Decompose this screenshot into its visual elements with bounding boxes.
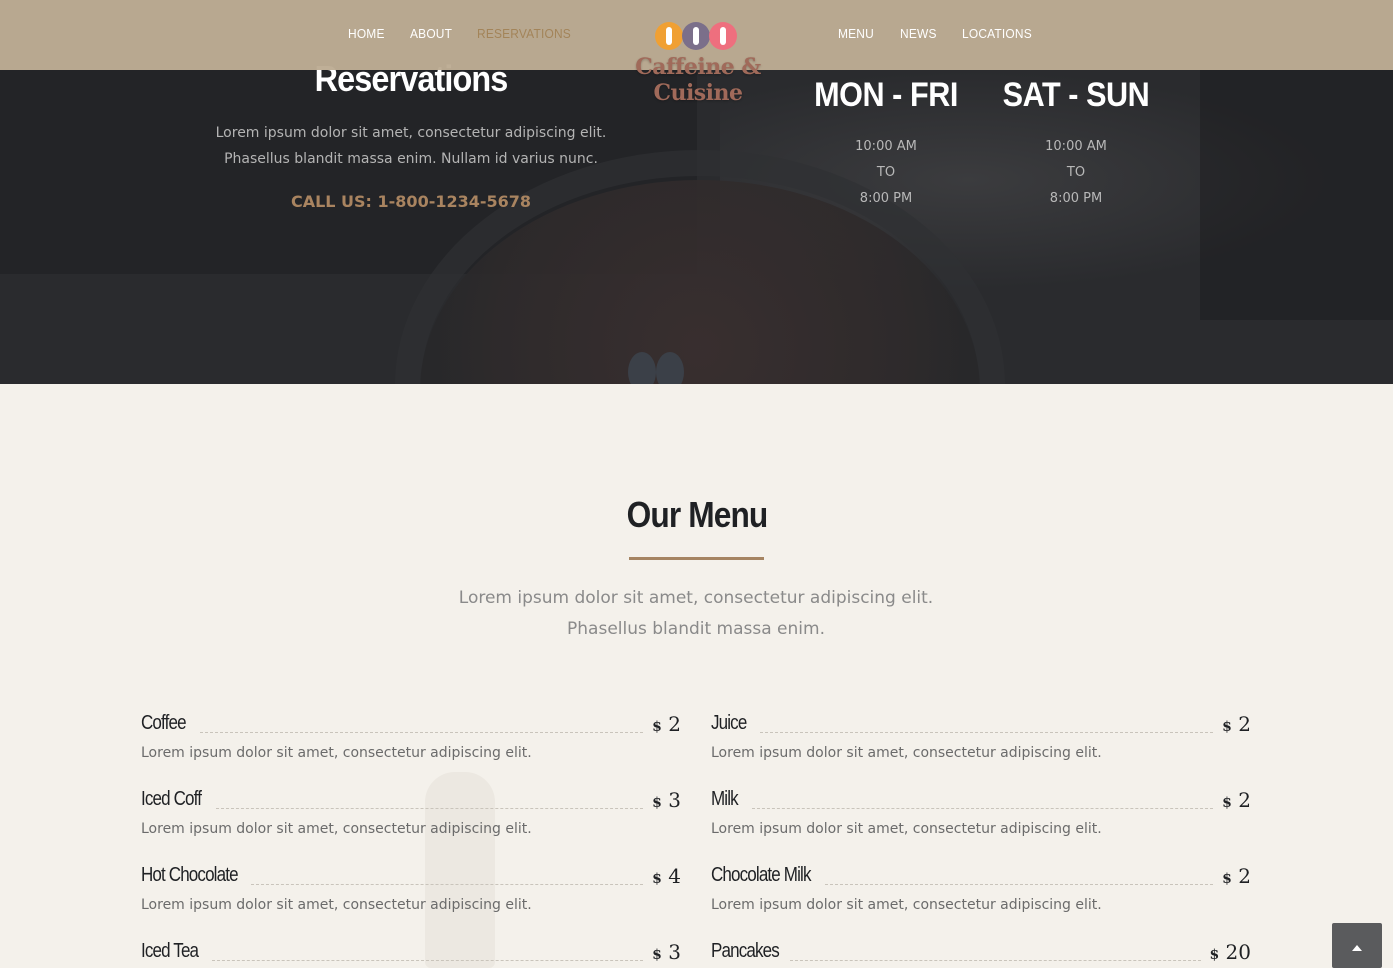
menu-subtitle-line: Phasellus blandit massa enim. — [567, 619, 825, 639]
hours-days-label: SAT - SUN — [1002, 76, 1150, 114]
nav-link-news[interactable]: NEWS — [900, 26, 937, 41]
menu-item-description: Lorem ipsum dolor sit amet, consectetur … — [141, 897, 532, 913]
coffee-bean-icon — [682, 22, 710, 50]
nav-link-home[interactable]: HOME — [348, 26, 385, 41]
menu-item-name: Pancakes — [711, 940, 780, 962]
nav-link-reservations[interactable]: RESERVATIONS — [477, 26, 571, 41]
menu-item-name: Chocolate Milk — [711, 864, 811, 886]
hero-background-shadow — [1200, 60, 1393, 320]
menu-item-price: $ 2 — [1222, 712, 1251, 736]
menu-item: Iced Tea $ 3 — [141, 940, 681, 968]
menu-item-price: $ 2 — [1222, 864, 1251, 888]
leader-dots — [216, 808, 643, 809]
hours-open: 10:00 AM — [855, 139, 917, 154]
title-divider — [629, 557, 764, 560]
leader-dots — [212, 960, 643, 961]
hero-background-spot — [656, 352, 684, 384]
menu-item-name: Coffee — [141, 712, 187, 734]
brand-name: Caffeine & Cuisine — [635, 54, 761, 106]
hours-weekend: SAT - SUN 10:00 AM TO 8:00 PM — [981, 76, 1171, 212]
hours-to: TO — [1066, 165, 1086, 180]
hours-to: TO — [876, 165, 896, 180]
menu-item: Pancakes $ 20 — [711, 940, 1251, 968]
menu-item: Milk $ 2 Lorem ipsum dolor sit amet, con… — [711, 788, 1251, 848]
scroll-to-top-button[interactable] — [1332, 923, 1382, 968]
menu-item-price: $ 2 — [1222, 788, 1251, 812]
hero-background-spot — [628, 352, 656, 384]
menu-item-price: $ 20 — [1209, 940, 1251, 964]
menu-item-name: Iced Tea — [141, 940, 199, 962]
hours-open: 10:00 AM — [1045, 139, 1107, 154]
leader-dots — [200, 732, 643, 733]
menu-subtitle-line: Lorem ipsum dolor sit amet, consectetur … — [458, 588, 934, 608]
menu-item: Juice $ 2 Lorem ipsum dolor sit amet, co… — [711, 712, 1251, 772]
menu-item-price: $ 3 — [652, 940, 681, 964]
reservations-text: Lorem ipsum dolor sit amet, consectetur … — [215, 125, 607, 167]
nav-link-about[interactable]: ABOUT — [410, 26, 452, 41]
nav-link-menu[interactable]: MENU — [838, 26, 874, 41]
menu-item-price: $ 2 — [652, 712, 681, 736]
leader-dots — [752, 808, 1213, 809]
menu-item-price: $ 3 — [652, 788, 681, 812]
menu-item: Coffee $ 2 Lorem ipsum dolor sit amet, c… — [141, 712, 681, 772]
chevron-up-icon — [1352, 945, 1362, 951]
menu-item-name: Hot Chocolate — [141, 864, 239, 886]
leader-dots — [251, 884, 643, 885]
menu-title: Our Menu — [626, 494, 769, 535]
coffee-bean-icon — [655, 22, 683, 50]
brand-logo[interactable]: Caffeine & Cuisine — [598, 20, 798, 106]
menu-item-description: Lorem ipsum dolor sit amet, consectetur … — [141, 821, 532, 837]
menu-item-description: Lorem ipsum dolor sit amet, consectetur … — [711, 821, 1102, 837]
menu-item-name: Juice — [711, 712, 747, 734]
call-us-phone-link[interactable]: CALL US: 1-800-1234-5678 — [211, 192, 611, 211]
menu-item-name: Milk — [711, 788, 739, 810]
menu-subtitle: Lorem ipsum dolor sit amet, consectetur … — [396, 583, 996, 645]
menu-item-price: $ 4 — [652, 864, 681, 888]
menu-item-description: Lorem ipsum dolor sit amet, consectetur … — [141, 745, 532, 761]
leader-dots — [825, 884, 1213, 885]
top-navbar: HOME ABOUT RESERVATIONS Caffeine & Cuisi… — [0, 0, 1393, 106]
menu-item-name: Iced Coff — [141, 788, 202, 810]
leader-dots — [790, 960, 1201, 961]
leader-dots — [760, 732, 1213, 733]
nav-link-locations[interactable]: LOCATIONS — [962, 26, 1032, 41]
hours-close: 8:00 PM — [859, 191, 913, 206]
menu-item: Hot Chocolate $ 4 Lorem ipsum dolor sit … — [141, 864, 681, 924]
menu-item: Chocolate Milk $ 2 Lorem ipsum dolor sit… — [711, 864, 1251, 924]
hours-days-label: MON - FRI — [814, 76, 958, 114]
hours-weekdays: MON - FRI 10:00 AM TO 8:00 PM — [791, 76, 981, 212]
menu-item-description: Lorem ipsum dolor sit amet, consectetur … — [711, 897, 1102, 913]
hours-close: 8:00 PM — [1049, 191, 1103, 206]
menu-item: Iced Coff $ 3 Lorem ipsum dolor sit amet… — [141, 788, 681, 848]
menu-item-description: Lorem ipsum dolor sit amet, consectetur … — [711, 745, 1102, 761]
coffee-bean-icon — [709, 22, 737, 50]
